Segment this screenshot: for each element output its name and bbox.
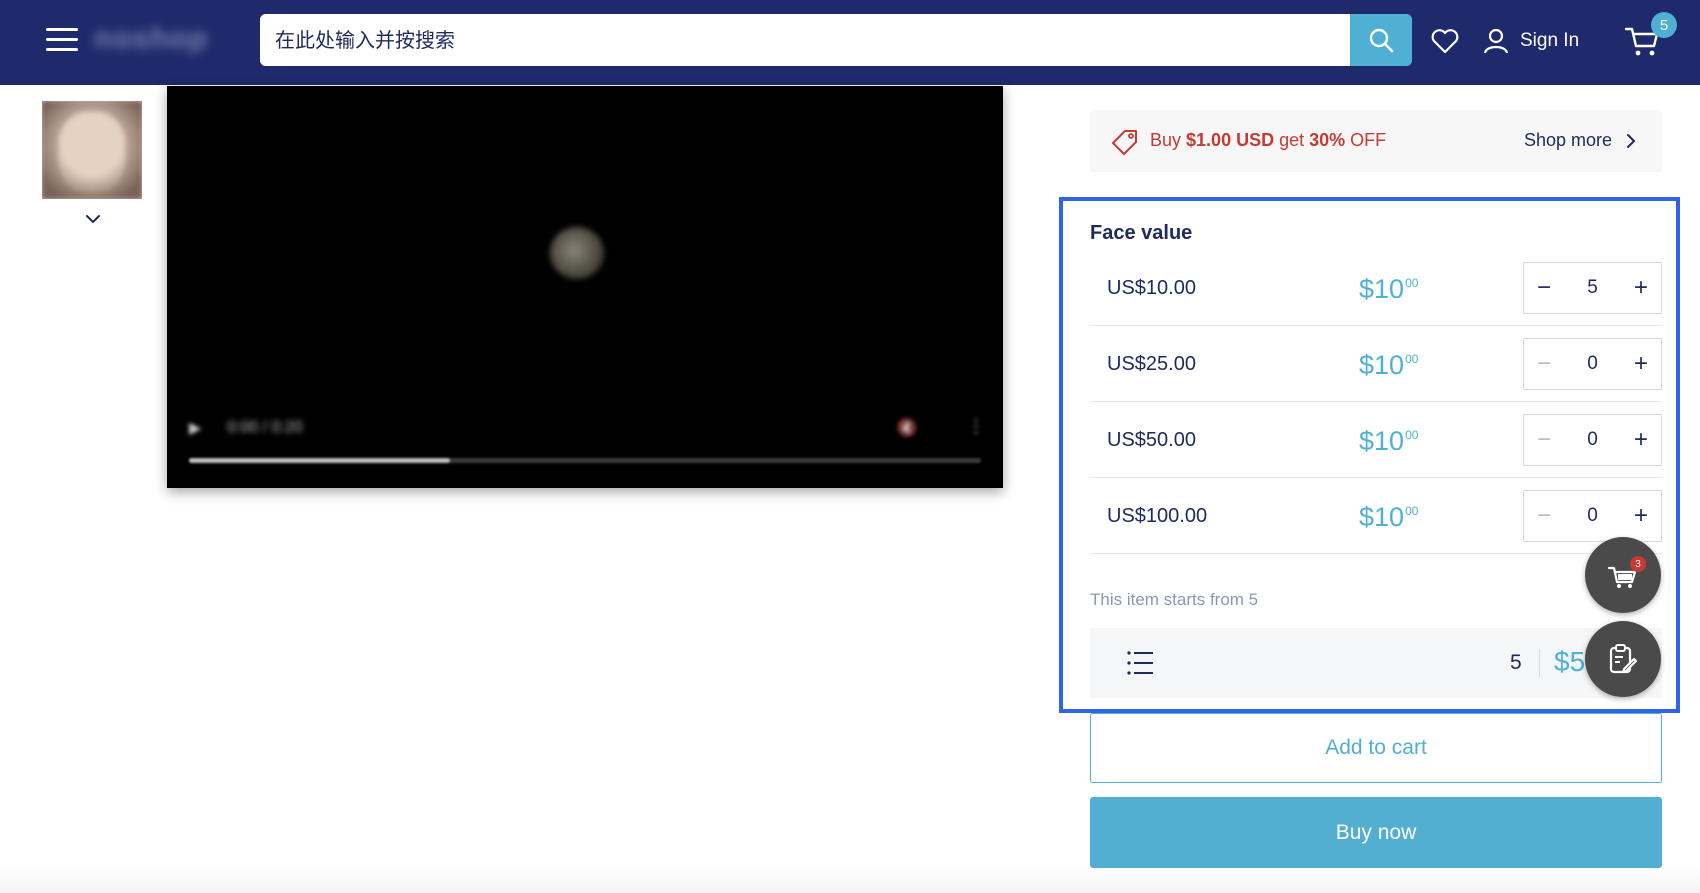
clipboard-edit-icon: [1609, 644, 1637, 674]
menu-icon: [46, 28, 78, 31]
search-icon: [1369, 28, 1394, 53]
shop-more-link[interactable]: Shop more: [1524, 130, 1640, 151]
quantity-stepper: − 0 +: [1523, 338, 1662, 390]
face-value-price: $1000: [1359, 350, 1419, 380]
product-video[interactable]: ▶ 0:00 / 0:20 🔇 ⋮: [167, 86, 1003, 488]
decrement-button[interactable]: −: [1524, 415, 1564, 465]
page-bottom-edge: [0, 868, 1700, 893]
list-icon: [1127, 651, 1153, 675]
quantity-value[interactable]: 0: [1564, 415, 1621, 465]
quantity-stepper: − 5 +: [1523, 262, 1662, 314]
play-icon[interactable]: ▶: [189, 418, 201, 438]
video-progress-bar[interactable]: [189, 458, 981, 463]
product-thumbnail[interactable]: [42, 101, 142, 199]
chevron-right-icon: [1627, 133, 1636, 148]
buy-now-button[interactable]: Buy now: [1090, 797, 1662, 868]
increment-button[interactable]: +: [1621, 491, 1661, 541]
quantity-value[interactable]: 5: [1564, 263, 1621, 313]
site-logo[interactable]: noshop: [94, 22, 208, 56]
floating-cart-button[interactable]: 3: [1585, 537, 1661, 613]
thumbnail-next-button[interactable]: [80, 206, 106, 232]
more-vert-icon[interactable]: ⋮: [967, 416, 985, 437]
site-header: noshop Sign In 5: [0, 0, 1700, 85]
increment-button[interactable]: +: [1621, 415, 1661, 465]
search-bar: [260, 14, 1412, 66]
summary-divider: [1539, 649, 1540, 677]
face-value-title: Face value: [1090, 222, 1193, 244]
menu-button[interactable]: [46, 28, 78, 52]
floating-notes-button[interactable]: [1585, 621, 1661, 697]
quantity-stepper: − 0 +: [1523, 414, 1662, 466]
video-progress-fill: [189, 458, 451, 463]
face-value-row: US$25.00 $1000 − 0 +: [1090, 326, 1662, 402]
decrement-button[interactable]: −: [1524, 263, 1564, 313]
video-frame-moon: [550, 227, 604, 279]
volume-icon[interactable]: 🔇: [897, 418, 917, 438]
promo-discount: 30%: [1309, 130, 1346, 150]
decrement-button[interactable]: −: [1524, 491, 1564, 541]
tag-icon: [1112, 130, 1137, 155]
face-value-price: $1000: [1359, 426, 1419, 456]
quantity-stepper: − 0 +: [1523, 490, 1662, 542]
cart-count-badge: 5: [1651, 12, 1677, 38]
face-value-label: US$25.00: [1107, 353, 1196, 375]
user-icon: [1483, 28, 1509, 54]
order-summary-bar: 5 $50: [1090, 628, 1662, 698]
promo-banner: Buy $1.00 USD get 30% OFF Shop more: [1090, 110, 1662, 172]
quantity-value[interactable]: 0: [1564, 491, 1621, 541]
face-value-price: $1000: [1359, 502, 1419, 532]
chevron-down-icon: [86, 215, 100, 224]
search-button[interactable]: [1350, 14, 1412, 66]
list-button[interactable]: [1126, 650, 1154, 681]
decrement-button[interactable]: −: [1524, 339, 1564, 389]
search-input[interactable]: [260, 14, 1350, 66]
face-value-price: $1000: [1359, 274, 1419, 304]
floating-cart-badge: 3: [1630, 556, 1646, 572]
increment-button[interactable]: +: [1621, 263, 1661, 313]
face-value-row: US$10.00 $1000 − 5 +: [1090, 250, 1662, 326]
promo-text: Buy $1.00 USD get 30% OFF: [1150, 130, 1387, 150]
face-value-label: US$100.00: [1107, 505, 1208, 527]
summary-quantity: 5: [1510, 651, 1522, 674]
add-to-cart-button[interactable]: Add to cart: [1090, 713, 1662, 783]
face-value-row: US$50.00 $1000 − 0 +: [1090, 402, 1662, 478]
wishlist-button[interactable]: [1430, 26, 1460, 56]
video-time: 0:00 / 0:20: [227, 419, 303, 436]
heart-icon: [1431, 29, 1459, 54]
sign-in-link[interactable]: Sign In: [1482, 24, 1579, 58]
face-value-label: US$10.00: [1107, 277, 1196, 299]
sign-in-label: Sign In: [1520, 30, 1580, 51]
quantity-value[interactable]: 0: [1564, 339, 1621, 389]
promo-amount: $1.00 USD: [1186, 130, 1275, 150]
face-value-label: US$50.00: [1107, 429, 1196, 451]
increment-button[interactable]: +: [1621, 339, 1661, 389]
minimum-quantity-note: This item starts from 5: [1090, 590, 1259, 609]
face-value-row: US$100.00 $1000 − 0 +: [1090, 478, 1662, 554]
